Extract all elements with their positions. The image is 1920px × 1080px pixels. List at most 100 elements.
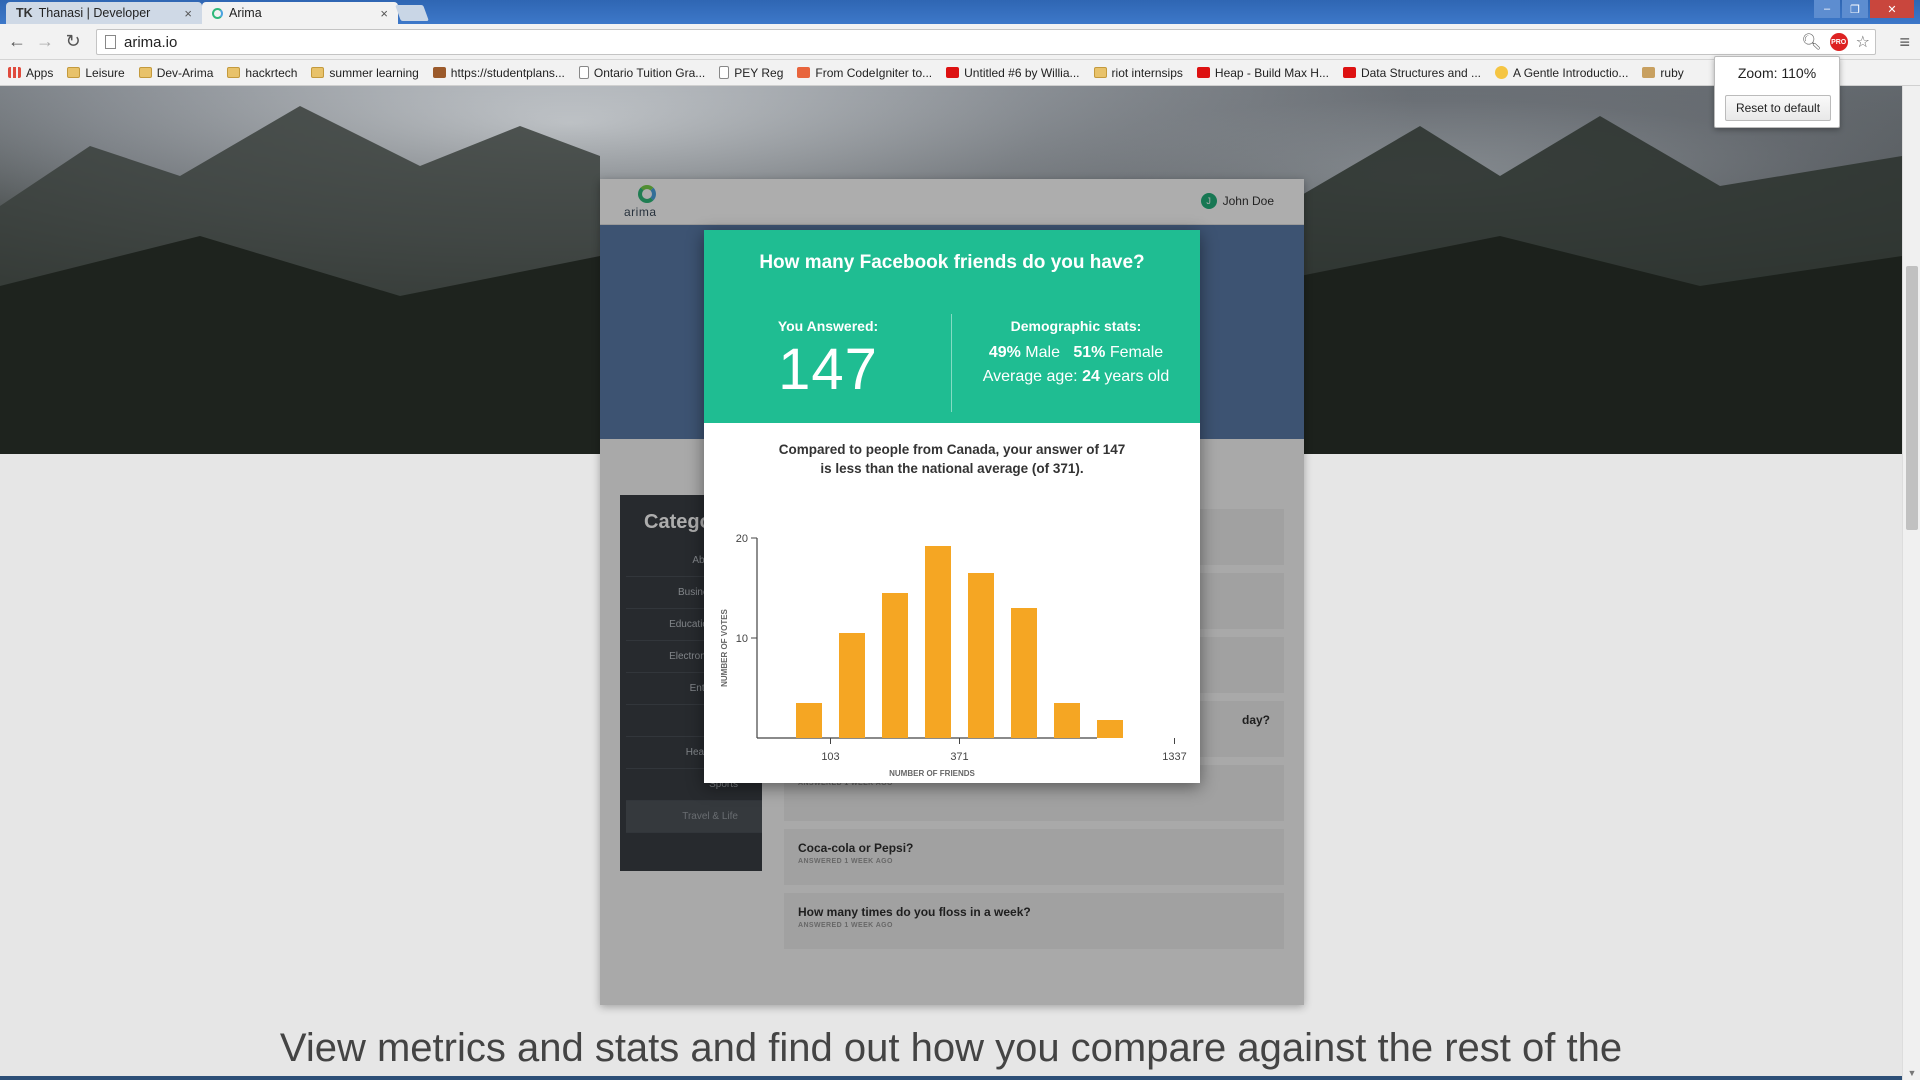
yt-icon [1196,67,1210,78]
bookmark-label: Dev-Arima [156,65,214,80]
bookmark-item[interactable]: Dev-Arima [138,65,214,80]
bookmark-label: From CodeIgniter to... [815,65,933,80]
address-bar[interactable]: arima.io [96,29,1876,55]
bookmark-label: ruby [1660,65,1684,80]
x-tick-label: 103 [821,751,839,763]
emoji-icon [1495,66,1509,79]
tab-arima[interactable]: Arima × [202,2,398,24]
modal-header: How many Facebook friends do you have? Y… [704,230,1200,423]
x-tick-label: 1337 [1162,751,1186,763]
scroll-down-arrow-icon[interactable]: ▼ [1903,1068,1920,1078]
bookmark-item[interactable]: A Gentle Introductio... [1495,66,1628,80]
histogram-bar [839,633,865,738]
hamburger-menu-icon[interactable]: ≡ [1899,32,1910,53]
bookmark-item[interactable]: Untitled #6 by Willia... [946,65,1080,80]
bookmark-label: Heap - Build Max H... [1214,65,1329,80]
avg-age-value: 24 [1082,368,1100,385]
page-scrollbar[interactable]: ▼ [1902,86,1920,1080]
avg-age-suffix: years old [1104,368,1170,385]
bookmarks-bar: Apps Leisure Dev-Arima hackrtech summer lear… [0,60,1920,86]
yt-icon [946,67,960,78]
y-axis-label: NUMBER OF VOTES [720,608,729,686]
bookmark-item[interactable]: hackrtech [227,66,297,80]
forward-arrow-icon[interactable]: → [34,30,56,52]
bookmark-item[interactable]: PEY Reg [719,66,783,80]
zoom-level-label: Zoom: 110% [1737,65,1817,81]
reset-zoom-button[interactable]: Reset to default [1725,95,1831,121]
histogram-bar [968,573,994,738]
folder-icon [67,67,81,78]
bookmark-item[interactable]: Ontario Tuition Gra... [578,65,706,80]
histogram-bar [1097,720,1123,738]
bookmark-item[interactable]: From CodeIgniter to... [797,66,932,80]
histogram-bar [796,703,822,738]
tab-developer[interactable]: TK Thanasi | Developer × [6,2,202,24]
taskbar-edge [0,1076,1902,1080]
bookmark-label: A Gentle Introductio... [1513,65,1629,80]
male-percent: 49% [988,344,1021,361]
bookmark-label: Ontario Tuition Gra... [593,65,706,80]
star-bookmark-icon[interactable]: ☆ [1856,32,1870,52]
female-percent: 51% [1073,344,1106,361]
bookmark-label: Untitled #6 by Willia... [964,65,1080,80]
bookmark-item[interactable]: Heap - Build Max H... [1196,65,1329,80]
folder-icon [1093,67,1107,78]
tab-favicon-tk: TK [16,6,33,20]
page-icon [719,66,730,79]
zoom-magnifier-icon[interactable]: 🔍︎ [1801,32,1821,52]
back-arrow-icon[interactable]: ← [6,30,28,52]
average-age: Average age: 24 years old [952,368,1200,386]
folder-icon [311,67,325,78]
pro-extension-icon[interactable]: PRO [1829,33,1848,51]
minimize-icon[interactable]: – [1814,0,1840,18]
answered-label: You Answered: [777,318,879,334]
ci-icon [797,67,811,78]
y-tick-label: 20 [736,533,748,545]
bookmark-label: Data Structures and ... [1360,65,1482,80]
demographics-section: Demographic stats: 49% Male 51% Female A… [952,318,1200,386]
female-label: Female [1109,344,1164,361]
url-text: arima.io [124,33,178,51]
bookmark-label: Leisure [85,65,125,80]
modal-question: How many Facebook friends do you have? [759,252,1145,273]
scrollbar-thumb[interactable] [1906,266,1918,530]
comparison-line-1: Compared to people from Canada, your ans… [778,442,1126,457]
bookmark-item[interactable]: ruby [1642,65,1684,80]
ruby-icon [1642,67,1656,78]
bookmark-item[interactable]: https://studentplans... [432,65,565,80]
x-tick-label: 371 [950,751,968,763]
bookmark-item[interactable]: riot internsips [1093,65,1183,80]
browser-toolbar: ← → ↻ arima.io 🔍︎ PRO ☆ ≡ [0,24,1920,60]
bookmark-item[interactable]: Leisure [67,65,125,80]
folder-icon [227,67,241,78]
histogram-bar [1054,703,1080,738]
comparison-text: Compared to people from Canada, your ans… [744,440,1160,478]
reload-icon[interactable]: ↻ [62,30,84,52]
tab-label: Arima [229,6,262,20]
bookmark-label: https://studentplans... [450,65,565,80]
result-modal: How many Facebook friends do you have? Y… [704,230,1200,783]
tab-close-icon[interactable]: × [184,6,192,21]
bookmark-item[interactable]: Apps [8,66,53,80]
page-icon [105,35,116,49]
male-label: Male [1025,344,1060,361]
restore-icon[interactable]: ❐ [1842,0,1868,18]
yt-icon [1342,67,1356,78]
arima-favicon-icon [212,7,223,19]
bookmark-label: riot internsips [1111,65,1183,80]
folder-icon [138,67,152,78]
your-answer-section: You Answered: 147 [704,318,952,403]
bookmark-item[interactable]: summer learning [311,66,419,80]
avg-age-prefix: Average age: [982,368,1078,385]
x-axis-label: NUMBER OF FRIENDS [889,769,975,776]
tab-close-icon[interactable]: × [380,6,388,21]
bookmark-item[interactable]: Data Structures and ... [1342,65,1482,80]
window-close-icon[interactable]: ✕ [1870,0,1914,18]
gender-split: 49% Male 51% Female [952,344,1200,362]
new-tab-button[interactable] [395,5,429,21]
bookmark-label: Apps [26,65,54,80]
histogram-bar [882,593,908,738]
friends-histogram-chart: 10 20 103 371 1337 NUMBER OF FRIENDS NUMBER OF… [720,533,1187,776]
histogram-bar [925,546,951,738]
page-icon [578,66,589,79]
